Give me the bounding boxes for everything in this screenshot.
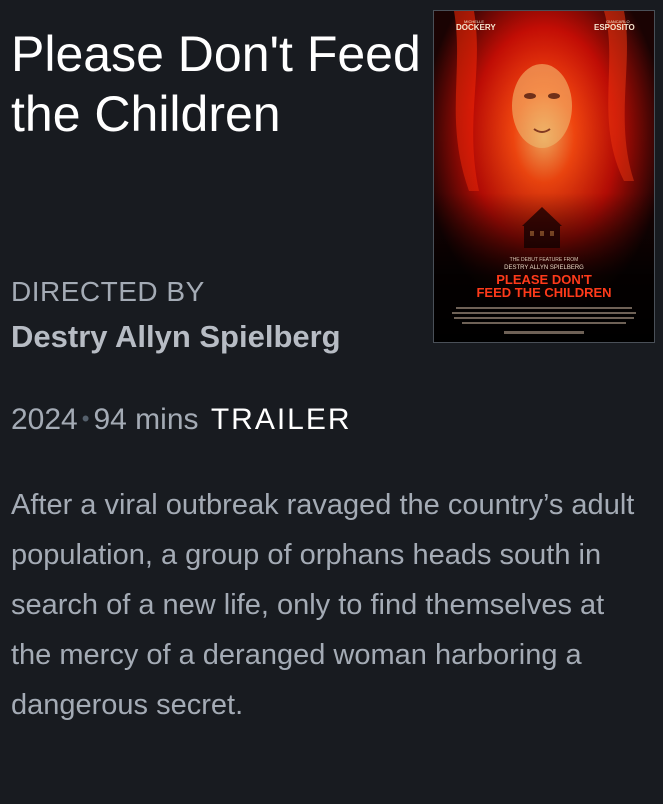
- director-link[interactable]: Destry Allyn Spielberg: [11, 319, 341, 355]
- film-title: Please Don't Feed the Children: [11, 26, 421, 142]
- separator-dot: •: [81, 406, 90, 431]
- runtime: 94 mins: [93, 403, 199, 436]
- trailer-link[interactable]: TRAILER: [211, 403, 352, 436]
- release-year-link[interactable]: 2024: [11, 403, 78, 436]
- poster-title-2: FEED THE CHILDREN: [476, 285, 611, 300]
- poster-tagline-1: THE DEBUT FEATURE FROM: [510, 257, 579, 263]
- poster-credit-left: DOCKERY: [456, 23, 496, 32]
- directed-by-label: DIRECTED BY: [11, 276, 205, 307]
- film-poster[interactable]: MICHELLE DOCKERY GIANCARLO ESPOSITO THE …: [433, 10, 655, 343]
- film-synopsis: After a viral outbreak ravaged the count…: [11, 489, 635, 721]
- poster-credit-right: ESPOSITO: [594, 23, 635, 32]
- film-meta: 2024 • 94 mins TRAILER: [11, 403, 352, 437]
- poster-tagline-2: DESTRY ALLYN SPIELBERG: [504, 265, 584, 271]
- poster-artwork: MICHELLE DOCKERY GIANCARLO ESPOSITO THE …: [434, 11, 654, 342]
